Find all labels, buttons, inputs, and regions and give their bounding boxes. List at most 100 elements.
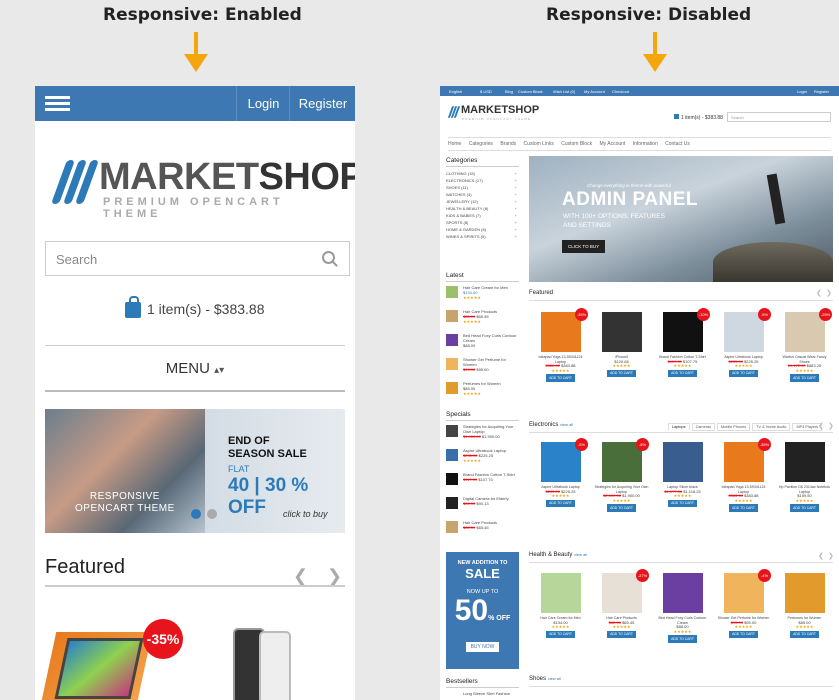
product-image[interactable]: [723, 312, 764, 352]
chevron-right-icon[interactable]: ❯: [826, 289, 832, 297]
add-to-cart-button[interactable]: ADD TO CART: [607, 369, 636, 377]
product-image[interactable]: [662, 573, 703, 613]
category-item[interactable]: WINES & SPIRITS (5): [446, 233, 519, 240]
category-item[interactable]: SPORTS (8): [446, 219, 519, 226]
product-phone-image[interactable]: [233, 628, 299, 700]
category-item[interactable]: CLOTHING (15): [446, 170, 519, 177]
product-image[interactable]: [784, 312, 825, 352]
chevron-right-icon[interactable]: ❯: [327, 566, 342, 587]
chevron-right-icon[interactable]: ❯: [828, 422, 834, 430]
product-card[interactable]: -4% Shower Gel Perfume for Women $95.00 $9…: [716, 569, 771, 638]
nav-custom-links[interactable]: Custom Links: [524, 141, 554, 147]
nav-brands[interactable]: Brands: [500, 141, 516, 147]
product-card[interactable]: -25% Warfun Casual Wear Fancy Shoes $1,172…: [777, 308, 832, 382]
add-to-cart-button[interactable]: ADD TO CART: [790, 504, 819, 512]
tab-cameras[interactable]: Cameras: [691, 423, 715, 431]
chevron-left-icon[interactable]: ❮: [816, 289, 822, 297]
category-item[interactable]: HEALTH & BEAUTY (8): [446, 205, 519, 212]
search-input[interactable]: Search: [45, 241, 350, 276]
add-to-cart-button[interactable]: ADD TO CART: [729, 369, 758, 377]
category-item[interactable]: ELECTRONICS (17): [446, 177, 519, 184]
buy-now-button[interactable]: BUY NOW: [465, 642, 500, 652]
hero-click-to-buy-button[interactable]: CLICK TO BUY: [562, 240, 606, 253]
list-item[interactable]: Hair Care Products $88.00 $65.45: [446, 519, 519, 541]
list-item[interactable]: Bed Head Foxy Curls Contour Cream $88.00: [446, 332, 519, 354]
chevron-right-icon[interactable]: ❯: [828, 552, 834, 560]
logo[interactable]: MARKETSHOP PREMIUM OPENCART THEME: [47, 156, 355, 220]
menu-toggle[interactable]: MENU ▴▾: [35, 360, 355, 377]
sale-promo-box[interactable]: NEW ADDITION TO SALE NOW UP TO 50% OFF B…: [446, 552, 519, 669]
language-selector[interactable]: English: [449, 89, 462, 94]
product-card[interactable]: -35% Ideapad Yoga 13-59341124 Laptop $588.…: [533, 308, 588, 382]
hero-banner[interactable]: Change everything in theme with powerful…: [529, 156, 833, 282]
product-card[interactable]: Hp Pavilion G6 2314ax Notebok Laptop $159…: [777, 442, 832, 512]
product-image[interactable]: [540, 442, 581, 482]
list-item[interactable]: Hair Care Cream for Men $134.00 ★★★★★: [446, 284, 519, 306]
view-all-link[interactable]: view all: [574, 552, 587, 557]
add-to-cart-button[interactable]: ADD TO CART: [729, 504, 758, 512]
product-image[interactable]: [784, 573, 825, 613]
cart-summary[interactable]: 1 item(s) - $383.88: [125, 296, 265, 319]
product-card[interactable]: Hair Care Cream for Men $134.00 ★★★★★ ADD T…: [533, 573, 588, 638]
chevron-left-icon[interactable]: ❮: [818, 552, 824, 560]
nav-custom-block[interactable]: Custom Block: [561, 141, 592, 147]
view-all-link[interactable]: view all: [560, 422, 573, 427]
product-card[interactable]: -5% Aspire Ultrabook Laptop $235.00 $225.2…: [533, 438, 588, 507]
add-to-cart-button[interactable]: ADD TO CART: [546, 630, 575, 638]
tab-mobile-phones[interactable]: Mobile Phones: [717, 423, 751, 431]
banner-pagination[interactable]: [191, 506, 223, 524]
desktop-login-link[interactable]: Login: [797, 89, 807, 94]
topbar-my-account[interactable]: My Account: [584, 89, 605, 94]
category-item[interactable]: KIDS & BABIES (7): [446, 212, 519, 219]
list-item[interactable]: Long Sleeve Shirt Fashion: [446, 691, 519, 696]
category-item[interactable]: JEWELLERY (12): [446, 198, 519, 205]
product-image[interactable]: [723, 573, 764, 613]
product-card[interactable]: -5% Strategies for Acquiring Your Own Lap…: [594, 438, 649, 512]
product-image[interactable]: [723, 442, 764, 482]
hamburger-menu-icon[interactable]: [45, 96, 70, 111]
product-image[interactable]: [601, 573, 642, 613]
register-link[interactable]: Register: [289, 86, 355, 121]
add-to-cart-button[interactable]: ADD TO CART: [607, 504, 636, 512]
add-to-cart-button[interactable]: ADD TO CART: [546, 374, 575, 382]
topbar-checkout[interactable]: Checkout: [612, 89, 629, 94]
product-card[interactable]: -5% Aspire Ultrabook Laptop $235.00 $225.2…: [716, 308, 771, 377]
product-card[interactable]: -35% Ideapad Yoga 13-59341124 Laptop $588.…: [716, 438, 771, 512]
add-to-cart-button[interactable]: ADD TO CART: [729, 630, 758, 638]
nav-contact-us[interactable]: Contact Us: [665, 141, 690, 147]
add-to-cart-button[interactable]: ADD TO CART: [668, 499, 697, 507]
nav-home[interactable]: Home: [448, 141, 461, 147]
promo-banner[interactable]: RESPONSIVE OPENCART THEME END OF SEASON SA…: [45, 409, 345, 533]
hero-pagination[interactable]: [669, 272, 690, 282]
nav-my-account[interactable]: My Account: [599, 141, 625, 147]
product-card[interactable]: Perfumes for Women $85.00 ★★★★★ ADD TO CART: [777, 573, 832, 638]
list-item[interactable]: Hair Care Products $88.00 $65.45 ★★★★★: [446, 308, 519, 330]
category-item[interactable]: HOME & GARDEN (6): [446, 226, 519, 233]
product-card[interactable]: Bed Head Foxy Curls Contour Cream $88.00 ★…: [655, 573, 710, 643]
product-image[interactable]: [601, 442, 642, 482]
category-item[interactable]: SHOES (11): [446, 184, 519, 191]
nav-categories[interactable]: Categories: [469, 141, 493, 147]
list-item[interactable]: Aspire Ultrabook Laptop $235.00 $225.25 ★★…: [446, 447, 519, 469]
tab-laptops[interactable]: Laptops: [668, 423, 690, 431]
add-to-cart-button[interactable]: ADD TO CART: [790, 630, 819, 638]
nav-information[interactable]: Information: [633, 141, 658, 147]
search-icon[interactable]: [322, 251, 335, 264]
product-image[interactable]: [662, 442, 703, 482]
chevron-left-icon[interactable]: ❮: [818, 422, 824, 430]
add-to-cart-button[interactable]: ADD TO CART: [546, 499, 575, 507]
view-all-link[interactable]: view all: [548, 676, 561, 681]
product-image[interactable]: [601, 312, 642, 352]
currency-selector[interactable]: $ USD: [480, 89, 492, 94]
add-to-cart-button[interactable]: ADD TO CART: [607, 630, 636, 638]
product-image[interactable]: [540, 573, 581, 613]
list-item[interactable]: Perfumes for Women $85.00 ★★★★★: [446, 380, 519, 402]
list-item[interactable]: Brand Fashion Cotton T-Shirt $119.00 $107…: [446, 471, 519, 493]
product-card[interactable]: -10% Brand Fashion Cotton T-Shirt $119.00 …: [655, 308, 710, 377]
topbar-custom-block[interactable]: Custom Block: [518, 89, 543, 94]
product-image[interactable]: [540, 312, 581, 352]
list-item[interactable]: Digital Camera for Elderly $86.00 $90.13: [446, 495, 519, 517]
product-image[interactable]: [784, 442, 825, 482]
list-item[interactable]: Strategies for Acquiring Your Own Laptop…: [446, 423, 519, 445]
product-image[interactable]: [662, 312, 703, 352]
